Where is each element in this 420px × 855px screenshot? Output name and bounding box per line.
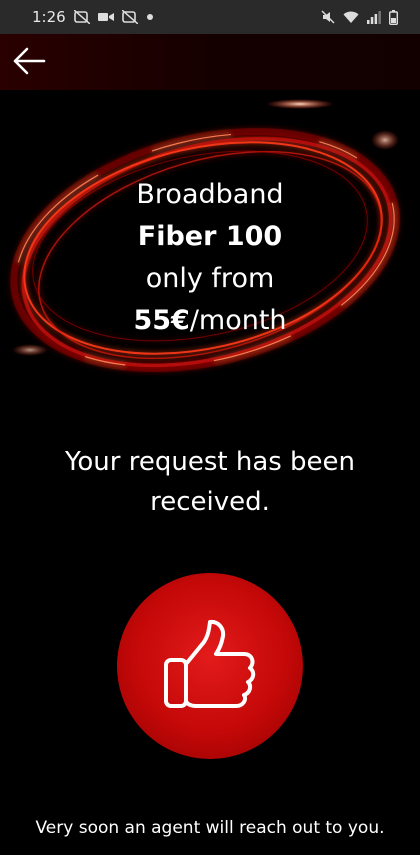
offer-line-only-from: only from <box>145 263 275 294</box>
wifi-icon <box>343 11 359 24</box>
status-time: 1:26 <box>32 8 66 26</box>
arrow-left-icon <box>12 47 46 79</box>
thumbs-up-button[interactable] <box>117 573 303 759</box>
notification-muted-icon <box>121 10 138 24</box>
offer-text: Broadband Fiber 100 only from 55€/month <box>0 174 420 342</box>
offer-plan-name: Fiber 100 <box>137 221 283 252</box>
video-camera-icon <box>97 11 114 23</box>
back-button[interactable] <box>10 44 48 82</box>
offer-price-line: 55€/month <box>0 300 420 342</box>
battery-icon <box>389 9 398 25</box>
app-bar <box>0 34 420 90</box>
offer-price-suffix: /month <box>189 305 287 336</box>
status-left: 1:26 <box>32 8 154 26</box>
thumbs-up-icon <box>160 618 260 714</box>
offer-price: 55€ <box>133 305 190 336</box>
signal-icon <box>367 10 381 24</box>
notification-muted-icon <box>73 10 90 24</box>
agent-followup-text: Very soon an agent will reach out to you… <box>35 818 385 838</box>
status-right <box>321 9 398 25</box>
confirmation-message: Your request has been received. <box>64 447 356 517</box>
offer-line-broadband: Broadband <box>136 179 284 210</box>
offer-hero: Broadband Fiber 100 only from 55€/month <box>0 90 420 420</box>
status-bar: 1:26 <box>0 0 420 34</box>
dot-icon <box>146 13 154 21</box>
mute-icon <box>321 10 335 24</box>
